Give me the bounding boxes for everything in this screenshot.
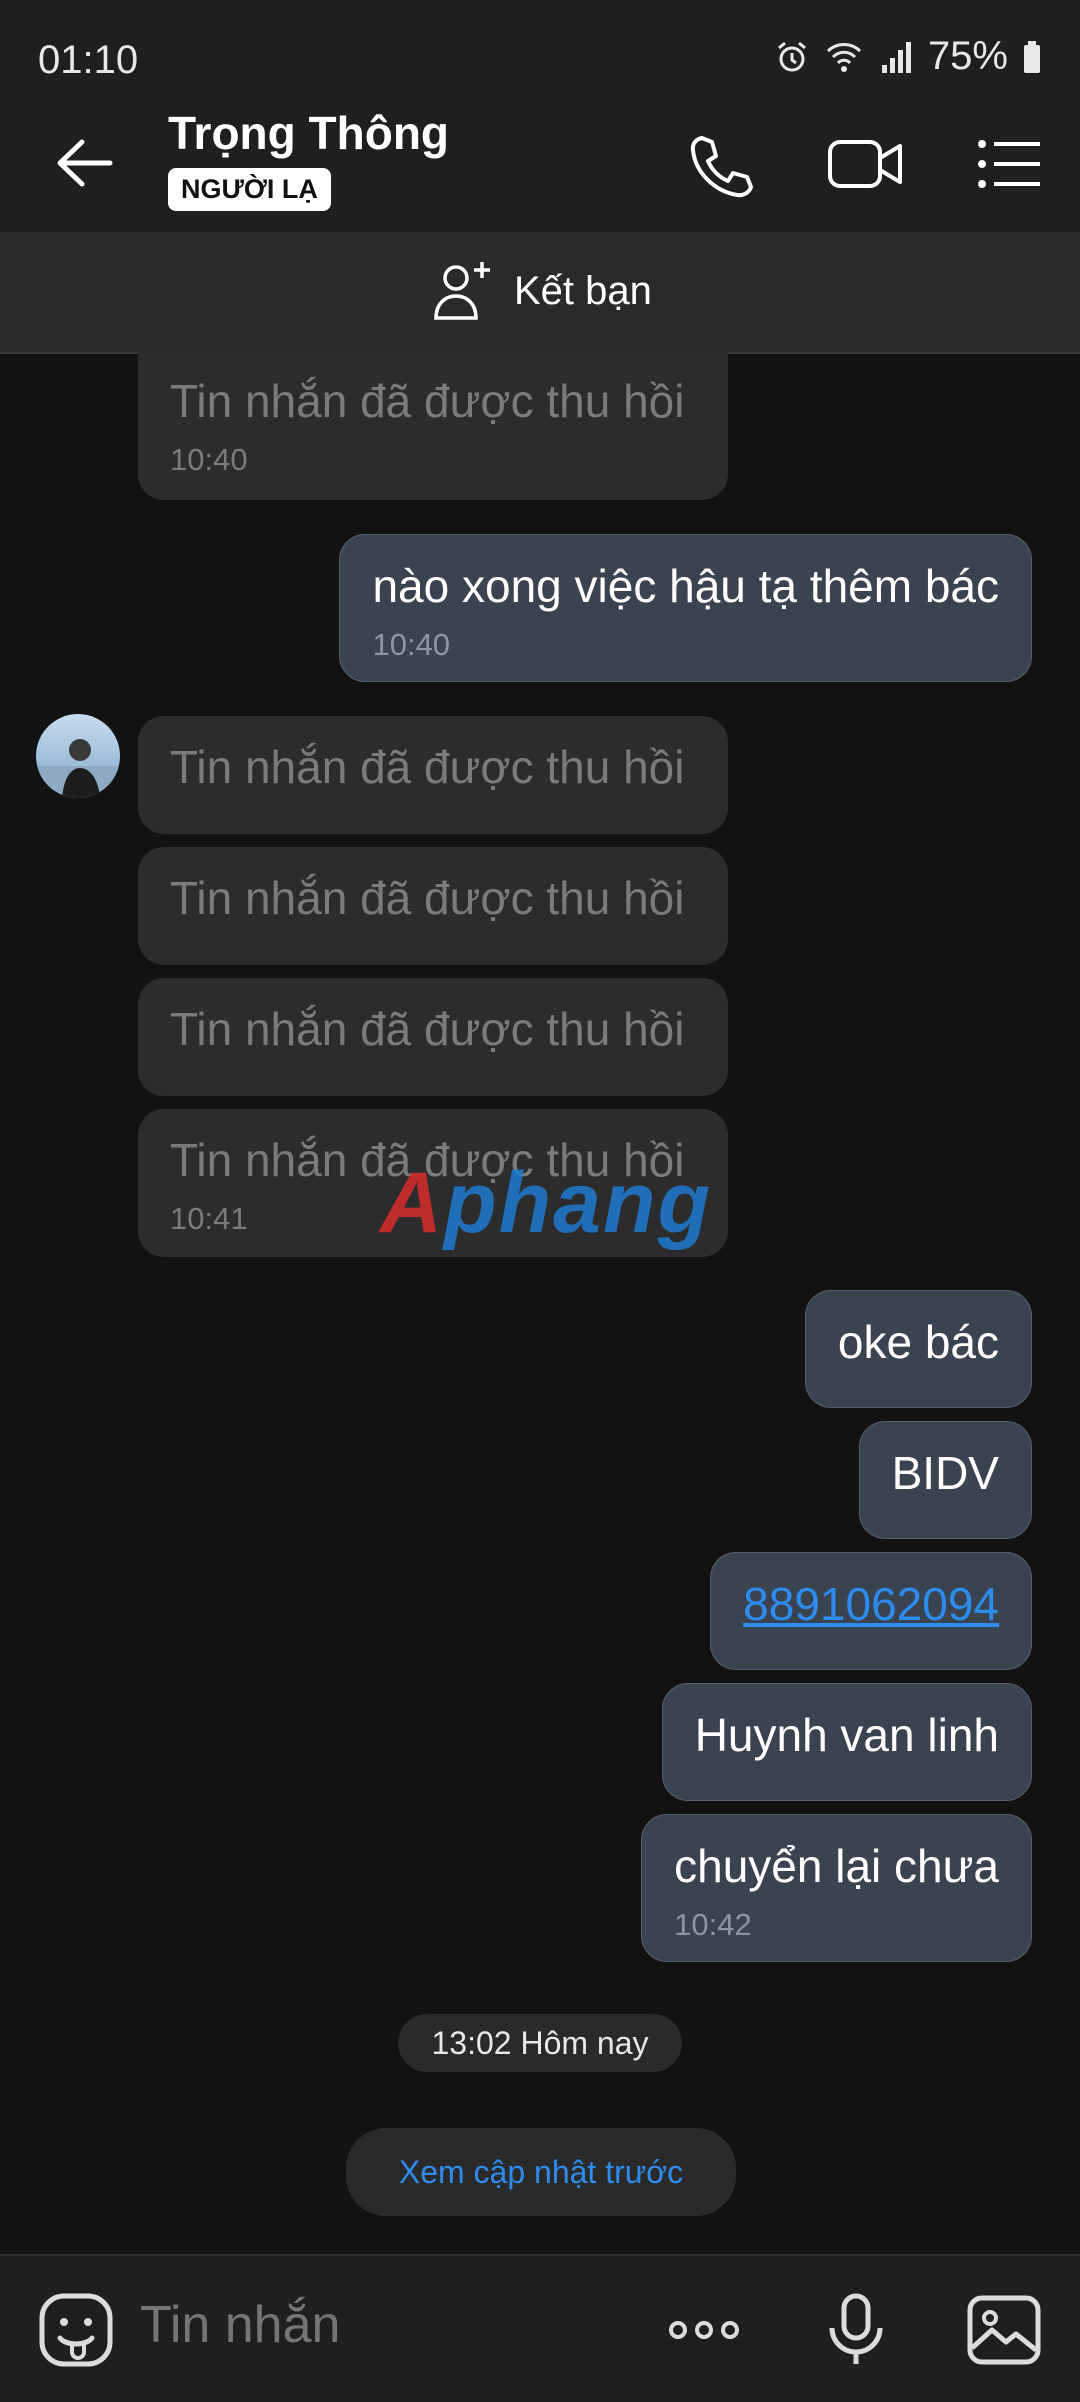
- sent-message[interactable]: nào xong việc hậu tạ thêm bác 10:40: [339, 534, 1032, 682]
- account-number-link[interactable]: 8891062094: [743, 1578, 999, 1630]
- contact-avatar[interactable]: [36, 714, 120, 798]
- message-text: Tin nhắn đã được thu hồi: [170, 1003, 685, 1055]
- alarm-icon: [777, 41, 806, 71]
- chat-header: Trọng Thông NGƯỜI LẠ: [0, 88, 1080, 232]
- message-text: BIDV: [891, 1447, 999, 1499]
- message-text: Tin nhắn đã được thu hồi: [170, 375, 685, 427]
- sent-message[interactable]: BIDV: [858, 1421, 1032, 1539]
- add-friend-label: Kết bạn: [514, 268, 652, 313]
- wifi-icon: [826, 42, 861, 72]
- stranger-badge: NGƯỜI LẠ: [168, 168, 331, 211]
- contact-name[interactable]: Trọng Thông: [168, 106, 449, 160]
- add-friend-bar[interactable]: Kết bạn: [0, 232, 1080, 354]
- status-bar: 01:10 75%: [0, 0, 1080, 88]
- received-message[interactable]: Tin nhắn đã được thu hồi 10:40: [138, 350, 728, 500]
- message-text: Tin nhắn đã được thu hồi: [170, 872, 685, 924]
- status-time: 01:10: [38, 38, 139, 82]
- message-input[interactable]: [138, 2294, 622, 2356]
- message-text: nào xong việc hậu tạ thêm bác: [372, 560, 999, 612]
- message-text: Tin nhắn đã được thu hồi: [170, 741, 685, 793]
- video-call-icon[interactable]: [826, 124, 906, 204]
- composer-bar: [0, 2254, 1080, 2402]
- message-time: 10:40: [170, 442, 248, 477]
- battery-icon: [1024, 40, 1040, 73]
- received-message[interactable]: Tin nhắn đã được thu hồi: [138, 978, 728, 1096]
- message-text: chuyển lại chưa: [674, 1840, 999, 1892]
- received-message[interactable]: Tin nhắn đã được thu hồi: [138, 847, 728, 965]
- microphone-icon[interactable]: [816, 2290, 896, 2370]
- date-divider: 13:02 Hôm nay: [398, 2014, 682, 2072]
- image-gallery-icon[interactable]: [964, 2290, 1044, 2370]
- emoji-sticker-icon[interactable]: [36, 2290, 116, 2370]
- message-text: oke bác: [837, 1316, 999, 1368]
- received-message[interactable]: Tin nhắn đã được thu hồi: [138, 716, 728, 834]
- message-time: 10:42: [674, 1907, 752, 1942]
- battery-percent: 75%: [927, 34, 1008, 78]
- sent-message[interactable]: chuyển lại chưa 10:42: [641, 1814, 1032, 1962]
- menu-list-icon[interactable]: [970, 124, 1050, 204]
- watermark-logo: Aphang: [380, 1155, 713, 1251]
- status-icons: 75%: [774, 34, 1042, 79]
- more-options-icon[interactable]: [664, 2290, 744, 2370]
- view-previous-updates-button[interactable]: Xem cập nhật trước: [346, 2128, 736, 2216]
- add-friend-icon: [434, 262, 490, 320]
- sent-message[interactable]: Huynh van linh: [661, 1683, 1032, 1801]
- message-time: 10:40: [372, 627, 451, 662]
- back-arrow-icon[interactable]: [50, 128, 120, 198]
- message-text: Huynh van linh: [694, 1709, 999, 1761]
- phone-icon[interactable]: [680, 124, 760, 204]
- sent-message[interactable]: 8891062094: [710, 1552, 1032, 1670]
- sent-message[interactable]: oke bác: [804, 1290, 1032, 1408]
- chat-area: Tin nhắn đã được thu hồi 10:40 nào xong …: [0, 350, 1080, 2254]
- signal-icon: [881, 41, 911, 73]
